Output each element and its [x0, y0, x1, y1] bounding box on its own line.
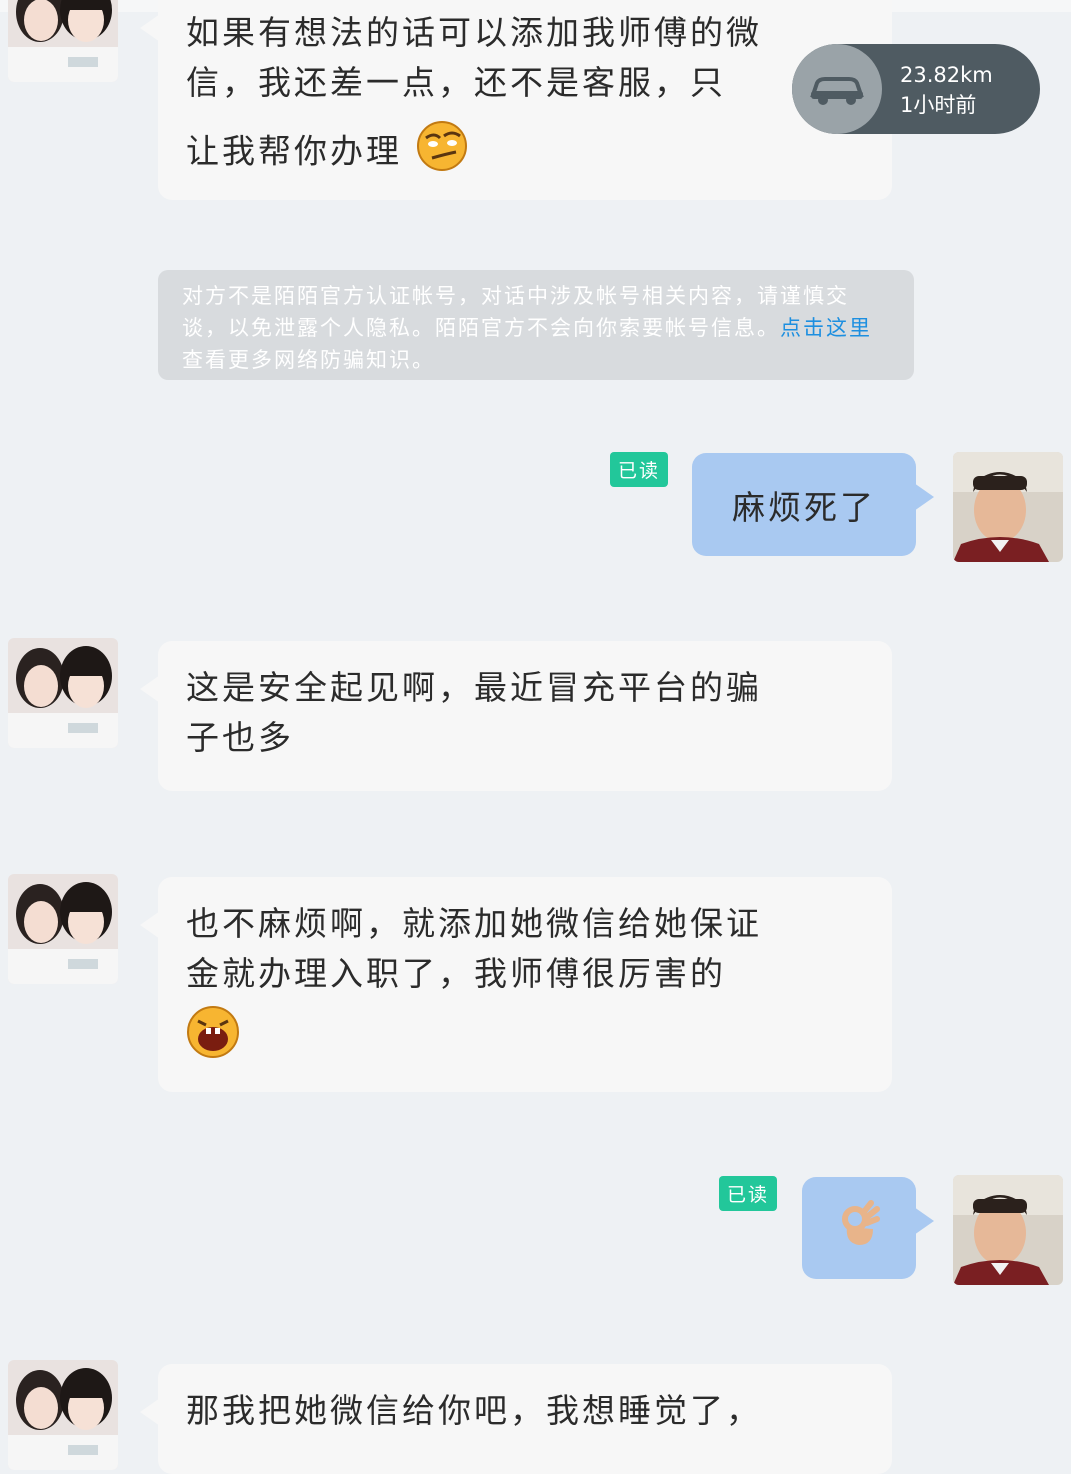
distance-value: 23.82km — [900, 63, 993, 87]
distance-time: 1小时前 — [900, 93, 977, 117]
message-bubble-outgoing[interactable]: 麻烦死了 — [692, 453, 934, 556]
message-bubble-incoming[interactable]: 也不麻烦啊，就添加她微信给她保证 金就办理入职了，我师傅很厉害的 — [140, 877, 892, 1092]
contact-avatar[interactable] — [8, 874, 118, 984]
contact-avatar[interactable] — [8, 1360, 118, 1470]
smirk-emoji-icon — [416, 120, 468, 186]
message-line: 也不麻烦啊，就添加她微信给她保证 — [186, 904, 762, 943]
message-line: 信，我还差一点，还不是客服，只 — [186, 63, 726, 102]
my-avatar[interactable] — [953, 1175, 1063, 1285]
message-bubble-incoming[interactable]: 那我把她微信给你吧，我想睡觉了， — [140, 1364, 892, 1474]
message-line: 金就办理入职了，我师傅很厉害的 — [186, 954, 726, 993]
message-bubble-incoming[interactable]: 这是安全起见啊，最近冒充平台的骗 子也多 — [140, 641, 892, 791]
notice-link[interactable]: 点击这里 — [780, 316, 872, 340]
contact-avatar[interactable] — [8, 0, 118, 82]
my-avatar[interactable] — [953, 452, 1063, 562]
message-line: 子也多 — [186, 718, 294, 757]
read-badge: 已读 — [719, 1176, 778, 1211]
notice-text: 对方不是陌陌官方认证帐号，对话中涉及帐号相关内容，请谨慎交谈，以免泄露个人隐私。… — [182, 284, 849, 340]
notice-text-after: 查看更多网络防骗知识。 — [182, 348, 435, 372]
message-line: 让我帮你办理 — [186, 131, 402, 171]
car-icon — [792, 44, 882, 134]
read-badge: 已读 — [610, 452, 669, 487]
distance-indicator[interactable]: 23.82km 1小时前 — [792, 44, 1040, 134]
laughing-emoji-icon — [186, 1005, 240, 1073]
message-line: 这是安全起见啊，最近冒充平台的骗 — [186, 668, 762, 707]
message-bubble-incoming[interactable]: 如果有想法的话可以添加我师傅的微 信，我还差一点，还不是客服，只 让我帮你办理 — [140, 0, 892, 200]
message-text: 麻烦死了 — [732, 487, 876, 527]
ok-hand-icon — [837, 1199, 881, 1257]
message-bubble-outgoing[interactable] — [802, 1177, 934, 1279]
contact-avatar[interactable] — [8, 638, 118, 748]
message-line: 如果有想法的话可以添加我师傅的微 — [186, 13, 762, 52]
security-notice: 对方不是陌陌官方认证帐号，对话中涉及帐号相关内容，请谨慎交谈，以免泄露个人隐私。… — [158, 270, 914, 380]
message-line: 那我把她微信给你吧，我想睡觉了， — [186, 1391, 762, 1430]
